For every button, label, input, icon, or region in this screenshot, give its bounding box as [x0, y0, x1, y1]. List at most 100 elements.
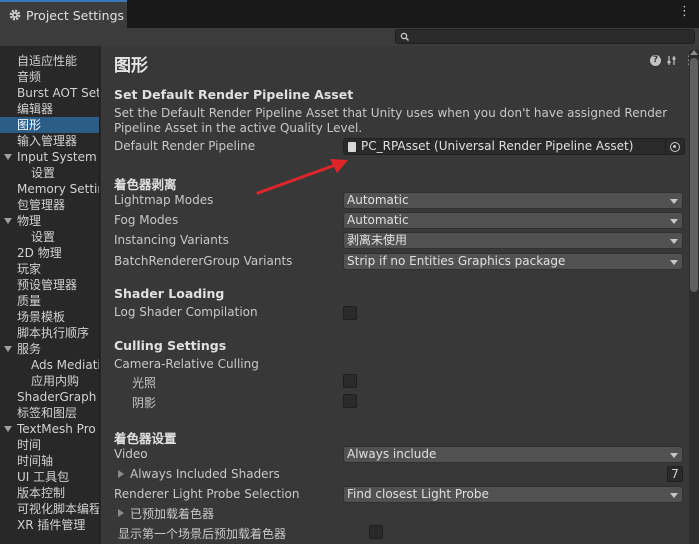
sidebar-item[interactable]: 应用内购: [0, 373, 99, 389]
sidebar-item[interactable]: 玩家: [0, 261, 99, 277]
sidebar-item-label: Memory Settings: [17, 182, 99, 196]
tab-project-settings[interactable]: Project Settings: [0, 0, 127, 28]
fog-modes-label: Fog Modes: [114, 213, 179, 227]
scroll-up-arrow-icon[interactable]: [690, 50, 698, 55]
sidebar-item[interactable]: 图形: [0, 117, 99, 133]
sidebar-item[interactable]: 输入管理器: [0, 133, 99, 149]
sidebar-item-label: 可视化脚本编程: [17, 502, 100, 516]
chevron-down-icon[interactable]: [4, 154, 12, 160]
preload-after-first-scene-label: 显示第一个场景后预加载着色器: [118, 527, 287, 541]
sidebar-item[interactable]: 场景模板: [0, 309, 99, 325]
log-shader-compilation-checkbox[interactable]: [343, 306, 357, 320]
instancing-variants-label: Instancing Variants: [114, 233, 229, 247]
search-input[interactable]: [395, 29, 695, 44]
sidebar-item[interactable]: Memory Settings: [0, 181, 99, 197]
fog-modes-dropdown[interactable]: Automatic: [343, 212, 683, 229]
sidebar-item-label: TextMesh Pro: [17, 422, 96, 436]
camera-relative-culling-label: Camera-Relative Culling: [114, 357, 259, 371]
sidebar-item[interactable]: ShaderGraph: [0, 389, 99, 405]
chevron-down-icon[interactable]: [4, 426, 12, 432]
default-render-pipeline-label: Default Render Pipeline: [114, 139, 256, 153]
sidebar-item-label: Ads Mediation: [31, 358, 99, 372]
sidebar-item[interactable]: 服务: [0, 341, 99, 357]
sidebar-item[interactable]: 音频: [0, 69, 99, 85]
chevron-down-icon[interactable]: [4, 346, 12, 352]
light-probe-selection-value: Find closest Light Probe: [347, 487, 489, 501]
chevron-down-icon: [670, 493, 678, 498]
sidebar-item-label: 2D 物理: [17, 246, 62, 260]
chevron-right-icon[interactable]: [118, 470, 124, 478]
sidebar-item[interactable]: Burst AOT Settings: [0, 85, 99, 101]
sidebar-item[interactable]: 版本控制: [0, 485, 99, 501]
srp-description: Set the Default Render Pipeline Asset th…: [114, 106, 668, 135]
sidebar-item-label: 玩家: [17, 262, 42, 276]
sidebar-item[interactable]: 设置: [0, 229, 99, 245]
brg-variants-dropdown[interactable]: Strip if no Entities Graphics package: [343, 253, 683, 270]
video-label: Video: [114, 447, 148, 461]
sidebar-item[interactable]: UI 工具包: [0, 469, 99, 485]
log-shader-compilation-label: Log Shader Compilation: [114, 305, 258, 319]
brg-variants-value: Strip if no Entities Graphics package: [347, 254, 566, 268]
sidebar-item-label: ShaderGraph: [17, 390, 97, 404]
preloaded-shaders-foldout[interactable]: 已预加载着色器: [130, 505, 214, 522]
chevron-down-icon: [670, 239, 678, 244]
sidebar-item-label: Input System Package: [17, 150, 99, 164]
default-render-pipeline-value: PC_RPAsset (Universal Render Pipeline As…: [361, 139, 634, 153]
sidebar-item[interactable]: XR 插件管理: [0, 517, 99, 533]
light-probe-selection-label: Renderer Light Probe Selection: [114, 487, 300, 501]
sidebar-item-label: 设置: [31, 230, 56, 244]
sidebar-item[interactable]: 预设管理器: [0, 277, 99, 293]
light-probe-selection-dropdown[interactable]: Find closest Light Probe: [343, 486, 683, 503]
sidebar-item[interactable]: 时间: [0, 437, 99, 453]
default-render-pipeline-field[interactable]: PC_RPAsset (Universal Render Pipeline As…: [343, 138, 685, 155]
culling-settings-heading: Culling Settings: [114, 338, 227, 353]
lightmap-modes-dropdown[interactable]: Automatic: [343, 192, 683, 209]
sidebar-item[interactable]: 编辑器: [0, 101, 99, 117]
help-icon[interactable]: ?: [650, 55, 661, 66]
sidebar-item-label: 应用内购: [31, 374, 80, 388]
sidebar-item[interactable]: 可视化脚本编程: [0, 501, 100, 517]
culling-lights-checkbox[interactable]: [343, 374, 357, 388]
sidebar-item[interactable]: 标签和图层: [0, 405, 99, 421]
sidebar-item[interactable]: Ads Mediation: [0, 357, 99, 373]
search-icon: [400, 31, 410, 41]
shader-loading-heading: Shader Loading: [114, 286, 225, 301]
srp-heading: Set Default Render Pipeline Asset: [114, 87, 354, 102]
presets-icon[interactable]: [667, 55, 677, 66]
chevron-right-icon[interactable]: [118, 509, 124, 517]
always-included-count-field[interactable]: 7: [667, 466, 683, 482]
sidebar-item-label: 版本控制: [17, 486, 66, 500]
window-menu-icon[interactable]: ⋮: [678, 5, 691, 18]
video-dropdown[interactable]: Always include: [343, 446, 683, 463]
sidebar-item-label: 包管理器: [17, 198, 66, 212]
settings-sidebar: 自适应性能音频 Burst AOT Settings 编辑器图形输入管理器 Input…: [0, 50, 100, 544]
sidebar-item-label: 服务: [17, 342, 42, 356]
chevron-down-icon: [670, 219, 678, 224]
sidebar-item-label: 时间: [17, 438, 42, 452]
sidebar-item-label: 输入管理器: [17, 134, 78, 148]
instancing-variants-value: 剥离未使用: [347, 233, 408, 247]
chevron-down-icon: [670, 199, 678, 204]
sidebar-item[interactable]: 质量: [0, 293, 99, 309]
sidebar-item[interactable]: 设置: [0, 165, 99, 181]
object-picker-icon[interactable]: [670, 142, 680, 152]
chevron-down-icon[interactable]: [4, 218, 12, 224]
culling-shadows-checkbox[interactable]: [343, 394, 357, 408]
chevron-down-icon: [670, 260, 678, 265]
graphics-settings-panel: 图形 ? ⋮ Set Default Render Pipeline Asset…: [101, 46, 699, 544]
sidebar-item-label: 自适应性能: [17, 54, 78, 68]
sidebar-item-label: 标签和图层: [17, 406, 78, 420]
sidebar-item[interactable]: 2D 物理: [0, 245, 99, 261]
sidebar-item[interactable]: 脚本执行顺序: [0, 325, 99, 341]
sidebar-item[interactable]: 自适应性能: [0, 53, 99, 69]
scrollbar-thumb[interactable]: [690, 58, 698, 292]
sidebar-item[interactable]: Input System Package: [0, 149, 99, 165]
sidebar-item[interactable]: 包管理器: [0, 197, 99, 213]
sidebar-item[interactable]: TextMesh Pro: [0, 421, 99, 437]
instancing-variants-dropdown[interactable]: 剥离未使用: [343, 232, 683, 249]
sidebar-item[interactable]: 时间轴: [0, 453, 99, 469]
sidebar-item-label: 物理: [17, 214, 42, 228]
sidebar-item[interactable]: 物理: [0, 213, 99, 229]
always-included-shaders-foldout[interactable]: Always Included Shaders: [130, 467, 280, 481]
preload-after-first-scene-checkbox[interactable]: [369, 525, 383, 539]
